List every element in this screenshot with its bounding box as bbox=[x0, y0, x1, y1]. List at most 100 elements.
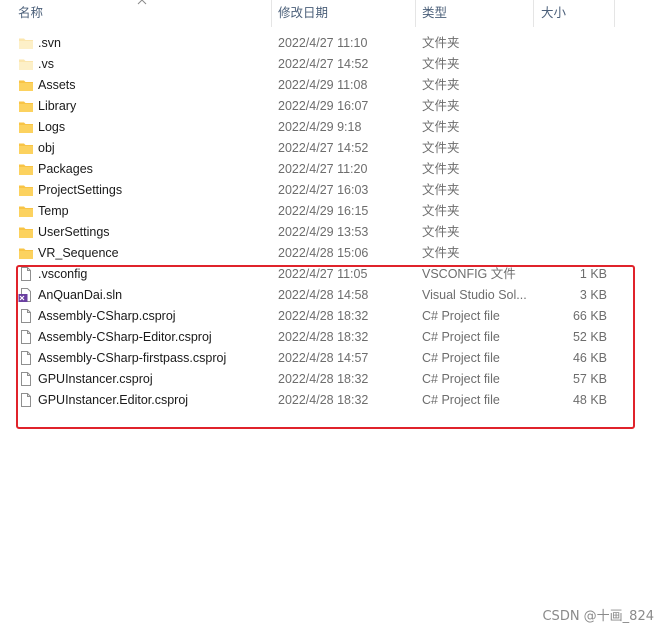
visual-studio-solution-icon bbox=[18, 287, 34, 303]
file-icon bbox=[18, 266, 34, 282]
file-type: 文件夹 bbox=[422, 120, 460, 134]
file-date-modified: 2022/4/27 16:03 bbox=[278, 183, 369, 197]
file-name: GPUInstancer.Editor.csproj bbox=[38, 393, 189, 407]
file-size bbox=[540, 96, 607, 117]
file-icon bbox=[18, 392, 34, 408]
file-list: .svn 2022/4/27 11:10 文件夹 .vs 2022/4/27 14:52… bbox=[0, 33, 668, 411]
file-type: 文件夹 bbox=[422, 204, 460, 218]
file-date-modified: 2022/4/28 18:32 bbox=[278, 309, 369, 323]
file-row[interactable]: Temp 2022/4/29 16:15 文件夹 bbox=[0, 201, 668, 222]
file-row[interactable]: Logs 2022/4/29 9:18 文件夹 bbox=[0, 117, 668, 138]
file-size bbox=[540, 33, 607, 54]
file-name: Assembly-CSharp.csproj bbox=[38, 309, 176, 323]
folder-icon bbox=[18, 224, 34, 240]
watermark: CSDN @十画_824 bbox=[542, 609, 654, 624]
file-size bbox=[540, 138, 607, 159]
file-type: 文件夹 bbox=[422, 162, 460, 176]
file-size bbox=[540, 159, 607, 180]
file-size bbox=[540, 243, 607, 264]
file-type: C# Project file bbox=[422, 351, 500, 365]
file-icon bbox=[18, 329, 34, 345]
column-header-type[interactable]: 类型 bbox=[422, 0, 532, 27]
file-type: Visual Studio Sol... bbox=[422, 288, 527, 302]
file-name: GPUInstancer.csproj bbox=[38, 372, 153, 386]
file-type: 文件夹 bbox=[422, 99, 460, 113]
column-divider[interactable] bbox=[415, 0, 416, 27]
file-name: .svn bbox=[38, 36, 61, 50]
folder-hidden-icon bbox=[18, 56, 34, 72]
column-header-name[interactable]: 名称 bbox=[18, 0, 270, 27]
file-row[interactable]: UserSettings 2022/4/29 13:53 文件夹 bbox=[0, 222, 668, 243]
file-row[interactable]: VR_Sequence 2022/4/28 15:06 文件夹 bbox=[0, 243, 668, 264]
file-date-modified: 2022/4/28 18:32 bbox=[278, 393, 369, 407]
file-size bbox=[540, 54, 607, 75]
column-divider[interactable] bbox=[614, 0, 615, 27]
file-date-modified: 2022/4/28 14:57 bbox=[278, 351, 369, 365]
file-name: AnQuanDai.sln bbox=[38, 288, 123, 302]
file-size: 66 KB bbox=[572, 309, 607, 323]
file-date-modified: 2022/4/27 11:05 bbox=[278, 267, 368, 281]
file-date-modified: 2022/4/29 13:53 bbox=[278, 225, 369, 239]
file-name: Logs bbox=[38, 120, 66, 134]
folder-icon bbox=[18, 77, 34, 93]
folder-icon bbox=[18, 182, 34, 198]
folder-icon bbox=[18, 98, 34, 114]
column-header-size[interactable]: 大小 bbox=[541, 0, 613, 27]
file-date-modified: 2022/4/27 14:52 bbox=[278, 57, 369, 71]
file-type: C# Project file bbox=[422, 309, 500, 323]
file-date-modified: 2022/4/28 18:32 bbox=[278, 372, 369, 386]
file-date-modified: 2022/4/28 14:58 bbox=[278, 288, 369, 302]
file-size: 48 KB bbox=[572, 393, 607, 407]
file-icon bbox=[18, 371, 34, 387]
file-row[interactable]: .vsconfig 2022/4/27 11:05 VSCONFIG 文件 1 KB bbox=[0, 264, 668, 285]
file-name: obj bbox=[38, 141, 55, 155]
file-row[interactable]: GPUInstancer.Editor.csproj 2022/4/28 18:3… bbox=[0, 390, 668, 411]
file-type: C# Project file bbox=[422, 330, 500, 344]
file-row[interactable]: GPUInstancer.csproj 2022/4/28 18:32 C# Pro… bbox=[0, 369, 668, 390]
file-name: Temp bbox=[38, 204, 69, 218]
file-name: Library bbox=[38, 99, 77, 113]
file-date-modified: 2022/4/29 11:08 bbox=[278, 78, 368, 92]
column-header-date[interactable]: 修改日期 bbox=[278, 0, 414, 27]
file-row[interactable]: obj 2022/4/27 14:52 文件夹 bbox=[0, 138, 668, 159]
file-type: 文件夹 bbox=[422, 57, 460, 71]
file-date-modified: 2022/4/28 18:32 bbox=[278, 330, 369, 344]
file-name: Packages bbox=[38, 162, 93, 176]
file-row[interactable]: Packages 2022/4/27 11:20 文件夹 bbox=[0, 159, 668, 180]
folder-icon bbox=[18, 203, 34, 219]
column-header-bar: 名称 修改日期 类型 大小 bbox=[0, 0, 668, 27]
file-row[interactable]: AnQuanDai.sln 2022/4/28 14:58 Visual Studi… bbox=[0, 285, 668, 306]
file-row[interactable]: .svn 2022/4/27 11:10 文件夹 bbox=[0, 33, 668, 54]
file-size: 57 KB bbox=[572, 372, 607, 386]
column-divider[interactable] bbox=[533, 0, 534, 27]
column-divider[interactable] bbox=[271, 0, 272, 27]
file-date-modified: 2022/4/27 11:20 bbox=[278, 162, 368, 176]
file-row[interactable]: Assembly-CSharp-Editor.csproj 2022/4/28 1… bbox=[0, 327, 668, 348]
file-size: 3 KB bbox=[579, 288, 607, 302]
file-size bbox=[540, 117, 607, 138]
file-date-modified: 2022/4/27 14:52 bbox=[278, 141, 369, 155]
file-type: 文件夹 bbox=[422, 183, 460, 197]
file-icon bbox=[18, 350, 34, 366]
file-type: C# Project file bbox=[422, 372, 500, 386]
file-name: .vs bbox=[38, 57, 54, 71]
file-size bbox=[540, 201, 607, 222]
file-date-modified: 2022/4/29 9:18 bbox=[278, 120, 362, 134]
file-size: 52 KB bbox=[572, 330, 607, 344]
file-icon bbox=[18, 308, 34, 324]
file-name: ProjectSettings bbox=[38, 183, 123, 197]
file-row[interactable]: .vs 2022/4/27 14:52 文件夹 bbox=[0, 54, 668, 75]
file-row[interactable]: Library 2022/4/29 16:07 文件夹 bbox=[0, 96, 668, 117]
file-type: 文件夹 bbox=[422, 78, 460, 92]
file-row[interactable]: Assembly-CSharp.csproj 2022/4/28 18:32 C# … bbox=[0, 306, 668, 327]
file-size: 1 KB bbox=[579, 267, 607, 281]
file-name: Assets bbox=[38, 78, 76, 92]
file-row[interactable]: Assets 2022/4/29 11:08 文件夹 bbox=[0, 75, 668, 96]
file-size: 46 KB bbox=[572, 351, 607, 365]
file-row[interactable]: Assembly-CSharp-firstpass.csproj 2022/4/2… bbox=[0, 348, 668, 369]
file-row[interactable]: ProjectSettings 2022/4/27 16:03 文件夹 bbox=[0, 180, 668, 201]
file-name: Assembly-CSharp-firstpass.csproj bbox=[38, 351, 227, 365]
file-date-modified: 2022/4/29 16:07 bbox=[278, 99, 369, 113]
file-type: 文件夹 bbox=[422, 141, 460, 155]
file-date-modified: 2022/4/29 16:15 bbox=[278, 204, 369, 218]
